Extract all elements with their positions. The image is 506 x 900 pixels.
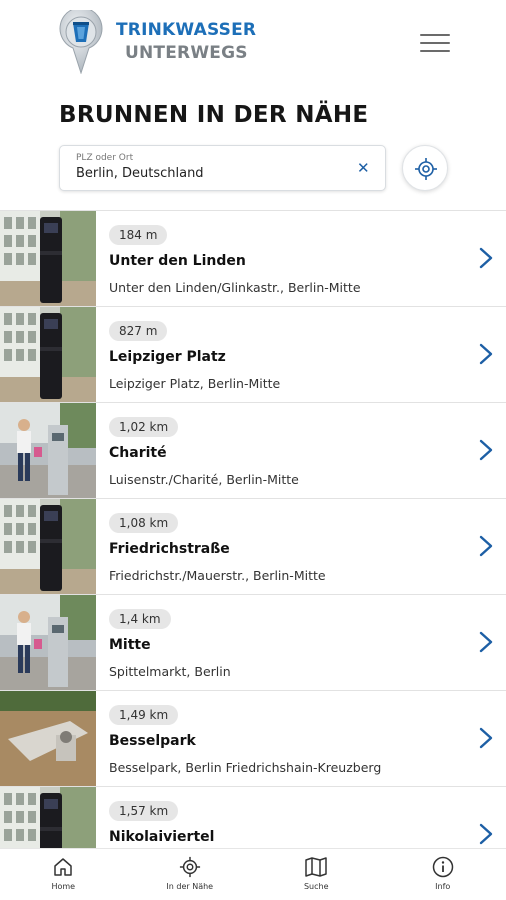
distance-badge: 1,57 km xyxy=(109,801,179,821)
nav-nearby[interactable]: In der Nähe xyxy=(127,849,254,900)
crosshair-location-icon xyxy=(415,158,437,180)
logo-line-2: UNTERWEGS xyxy=(125,43,248,63)
fountain-address: Luisenstr./Charité, Berlin-Mitte xyxy=(109,472,299,487)
chevron-right-icon[interactable] xyxy=(478,535,494,557)
locate-me-button[interactable] xyxy=(402,145,448,191)
fountain-address: Besselpark, Berlin Friedrichshain-Kreuzb… xyxy=(109,760,382,775)
logo-line-1: TRINKWASSER xyxy=(116,20,257,40)
distance-badge: 1,49 km xyxy=(109,705,179,725)
nav-label: Home xyxy=(51,882,76,891)
fountain-list-item[interactable]: 1,57 km Nikolaiviertel xyxy=(0,787,506,850)
chevron-right-icon[interactable] xyxy=(478,247,494,269)
fountain-photo xyxy=(0,787,96,850)
nav-label: Info xyxy=(435,882,451,891)
chevron-right-icon[interactable] xyxy=(478,727,494,749)
fountain-list-item[interactable]: 1,02 km Charité Luisenstr./Charité, Berlin… xyxy=(0,403,506,499)
distance-badge: 1,4 km xyxy=(109,609,171,629)
nav-home[interactable]: Home xyxy=(0,849,127,900)
fountain-name: Friedrichstraße xyxy=(109,541,230,557)
nav-label: In der Nähe xyxy=(166,882,214,891)
app-header: TRINKWASSER UNTERWEGS xyxy=(0,0,506,90)
fountain-photo xyxy=(0,691,96,786)
fountain-address: Spittelmarkt, Berlin xyxy=(109,664,231,679)
logo-wordmark: TRINKWASSER UNTERWEGS xyxy=(116,20,256,63)
hamburger-menu-icon[interactable] xyxy=(420,34,450,54)
chevron-right-icon[interactable] xyxy=(478,631,494,653)
search-input[interactable] xyxy=(76,166,336,181)
nearby-target-icon xyxy=(179,856,200,878)
fountain-list-item[interactable]: 1,08 km Friedrichstraße Friedrichstr./Maue… xyxy=(0,499,506,595)
fountain-photo xyxy=(0,595,96,690)
home-icon xyxy=(54,858,72,876)
fountain-name: Nikolaiviertel xyxy=(109,829,215,845)
fountain-list-item[interactable]: 827 m Leipziger Platz Leipziger Platz, Ber… xyxy=(0,307,506,403)
fountain-name: Unter den Linden xyxy=(109,253,246,269)
distance-badge: 184 m xyxy=(109,225,168,245)
fountain-address: Leipziger Platz, Berlin-Mitte xyxy=(109,376,281,391)
fountain-photo xyxy=(0,499,96,594)
fountain-name: Besselpark xyxy=(109,733,196,749)
page-title: BRUNNEN IN DER NÄHE xyxy=(59,102,369,128)
fountain-address: Unter den Linden/Glinkastr., Berlin-Mitt… xyxy=(109,280,361,295)
nav-label: Suche xyxy=(303,882,329,891)
distance-badge: 827 m xyxy=(109,321,168,341)
fountain-name: Leipziger Platz xyxy=(109,349,226,365)
fountain-address: Friedrichstr./Mauerstr., Berlin-Mitte xyxy=(109,568,326,583)
search-field-label: PLZ oder Ort xyxy=(76,153,134,163)
fountain-name: Mitte xyxy=(109,637,151,653)
chevron-right-icon[interactable] xyxy=(478,439,494,461)
fountain-photo xyxy=(0,211,96,306)
nav-search[interactable]: Suche xyxy=(253,849,380,900)
close-icon[interactable]: ✕ xyxy=(357,160,371,176)
logo-pin-icon xyxy=(58,7,104,75)
fountain-photo xyxy=(0,307,96,402)
distance-badge: 1,08 km xyxy=(109,513,179,533)
bottom-navigation: Home In der Nähe Suche Info xyxy=(0,848,506,900)
chevron-right-icon[interactable] xyxy=(478,343,494,365)
nav-info[interactable]: Info xyxy=(380,849,506,900)
map-icon xyxy=(305,857,327,877)
fountain-list-item[interactable]: 1,4 km Mitte Spittelmarkt, Berlin xyxy=(0,595,506,691)
fountain-list: 184 m Unter den Linden Unter den Linden/Gl… xyxy=(0,210,506,850)
chevron-right-icon[interactable] xyxy=(478,823,494,845)
fountain-photo xyxy=(0,403,96,498)
distance-badge: 1,02 km xyxy=(109,417,179,437)
info-icon xyxy=(432,856,453,878)
location-search-field[interactable]: PLZ oder Ort ✕ xyxy=(59,145,386,191)
fountain-list-item[interactable]: 184 m Unter den Linden Unter den Linden/Gl… xyxy=(0,211,506,307)
fountain-list-item[interactable]: 1,49 km Besselpark Besselpark, Berlin Frie… xyxy=(0,691,506,787)
fountain-name: Charité xyxy=(109,445,167,461)
